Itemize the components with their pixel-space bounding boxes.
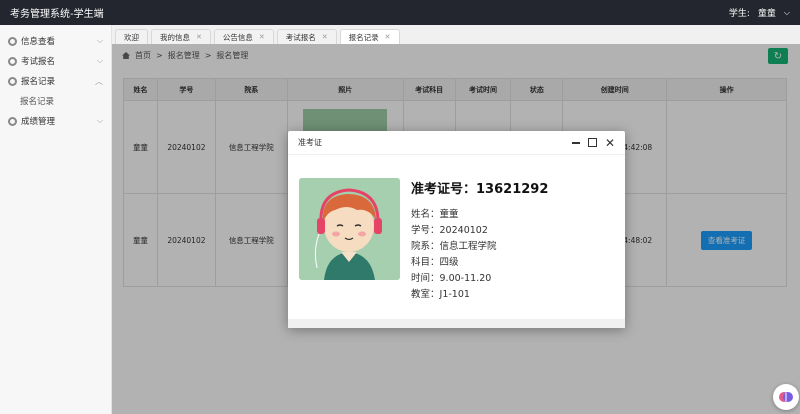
close-icon[interactable]: ✕ bbox=[259, 33, 265, 41]
tab-label: 公告信息 bbox=[222, 32, 253, 42]
field-value: 20240102 bbox=[439, 225, 488, 236]
sidebar-item-info[interactable]: 信息查看 ⌵ bbox=[0, 31, 111, 51]
sidebar-item-label: 成绩管理 bbox=[21, 117, 56, 127]
modal-title: 准考证 bbox=[298, 138, 322, 147]
info-row-room: 教室： J1-101 bbox=[411, 287, 497, 303]
close-icon[interactable]: ✕ bbox=[196, 33, 202, 41]
tab-label: 报名记录 bbox=[348, 32, 379, 42]
field-value: 9.00-11.20 bbox=[439, 273, 492, 284]
sidebar-item-signup-records[interactable]: 报名记录 ︿ bbox=[0, 71, 111, 91]
sidebar-item-scores[interactable]: 成绩管理 ⌵ bbox=[0, 111, 111, 131]
tab-announcements[interactable]: 公告信息 ✕ bbox=[213, 29, 274, 44]
tab-welcome[interactable]: 欢迎 bbox=[115, 29, 148, 44]
maximize-icon[interactable] bbox=[587, 138, 597, 147]
chevron-up-icon: ︿ bbox=[95, 76, 103, 86]
field-label: 科目： bbox=[411, 257, 440, 268]
gear-icon bbox=[8, 36, 17, 46]
sidebar-item-label: 考试报名 bbox=[21, 57, 56, 67]
close-icon[interactable]: ✕ bbox=[385, 33, 391, 41]
chevron-down-icon: ⌵ bbox=[96, 36, 103, 45]
app-title: 考务管理系统-学生端 bbox=[10, 9, 104, 20]
tab-bar: 欢迎 我的信息 ✕ 公告信息 ✕ 考试报名 ✕ 报名记录 ✕ bbox=[115, 29, 400, 44]
user-name: 童童 bbox=[757, 9, 776, 19]
gear-icon bbox=[8, 76, 17, 86]
field-value: 童童 bbox=[439, 209, 459, 220]
field-label: 教室： bbox=[411, 289, 440, 300]
sidebar-item-label: 报名记录 bbox=[21, 77, 56, 87]
tab-exam-signup[interactable]: 考试报名 ✕ bbox=[276, 29, 337, 44]
info-row-dept: 院系： 信息工程学院 bbox=[411, 239, 497, 255]
student-avatar bbox=[299, 178, 400, 280]
field-value: 四级 bbox=[439, 257, 459, 268]
sidebar-item-exam-signup[interactable]: 考试报名 ⌵ bbox=[0, 51, 111, 71]
ticket-info: 姓名： 童童 学号： 20240102 院系： 信息工程学院 科目： 四级 时间： 9.0… bbox=[411, 207, 497, 303]
chevron-down-icon: ⌵ bbox=[96, 116, 103, 125]
sidebar: 信息查看 ⌵ 考试报名 ⌵ 报名记录 ︿ 报名记录 成绩管理 ⌵ bbox=[0, 25, 112, 414]
modal-body: 准考证号：13621292 姓名： 童童 学号： 20240102 院系： 信息工程学… bbox=[288, 155, 625, 319]
assistant-button[interactable] bbox=[773, 384, 799, 410]
minimize-icon[interactable] bbox=[571, 141, 580, 144]
student-avatar-illustration bbox=[299, 178, 400, 280]
tab-label: 考试报名 bbox=[285, 32, 316, 42]
field-label: 姓名： bbox=[411, 209, 440, 220]
ticket-number-title: 准考证号：13621292 bbox=[411, 178, 548, 197]
chevron-down-icon: ⌵ bbox=[96, 56, 103, 65]
info-row-subject: 科目： 四级 bbox=[411, 255, 497, 271]
field-value: J1-101 bbox=[439, 289, 470, 300]
info-row-name: 姓名： 童童 bbox=[411, 207, 497, 223]
sidebar-subitem-signup-records[interactable]: 报名记录 bbox=[0, 91, 111, 111]
ticket-number: 13621292 bbox=[476, 182, 549, 197]
brain-icon bbox=[779, 392, 793, 402]
field-value: 信息工程学院 bbox=[439, 241, 497, 252]
user-prefix: 学生: bbox=[728, 9, 750, 19]
close-icon[interactable]: ✕ bbox=[605, 137, 615, 149]
close-icon[interactable]: ✕ bbox=[322, 33, 328, 41]
field-label: 学号： bbox=[411, 225, 440, 236]
info-row-time: 时间： 9.00-11.20 bbox=[411, 271, 497, 287]
tab-my-info[interactable]: 我的信息 ✕ bbox=[151, 29, 211, 44]
tab-label: 欢迎 bbox=[124, 32, 139, 42]
top-bar: 考务管理系统-学生端 学生: 童童 ⌵ bbox=[0, 0, 800, 25]
user-menu[interactable]: 学生: 童童 ⌵ bbox=[728, 6, 790, 20]
tab-signup-records[interactable]: 报名记录 ✕ bbox=[339, 29, 400, 44]
gear-icon bbox=[8, 56, 17, 66]
sidebar-item-label: 信息查看 bbox=[21, 37, 56, 47]
info-row-id: 学号： 20240102 bbox=[411, 223, 497, 239]
ticket-label: 准考证号： bbox=[411, 182, 477, 197]
field-label: 时间： bbox=[411, 273, 440, 284]
field-label: 院系： bbox=[411, 241, 440, 252]
admission-ticket-modal: 准考证 ✕ 准考证号：13621292 姓名： 童童 学号： 20240102 … bbox=[288, 131, 625, 328]
chevron-down-icon: ⌵ bbox=[783, 7, 790, 17]
modal-header: 准考证 ✕ bbox=[288, 131, 625, 155]
tab-label: 我的信息 bbox=[160, 32, 190, 42]
modal-footer bbox=[288, 319, 625, 328]
gear-icon bbox=[8, 116, 17, 126]
